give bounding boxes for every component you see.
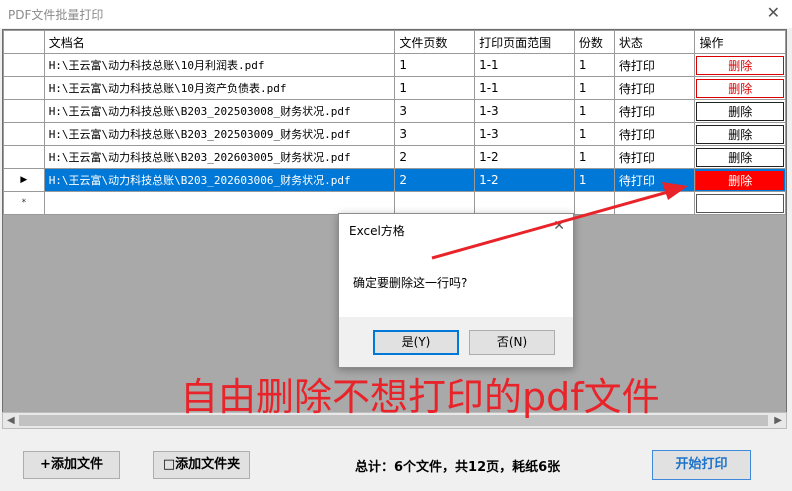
annotation-arrow-icon xyxy=(431,182,688,260)
